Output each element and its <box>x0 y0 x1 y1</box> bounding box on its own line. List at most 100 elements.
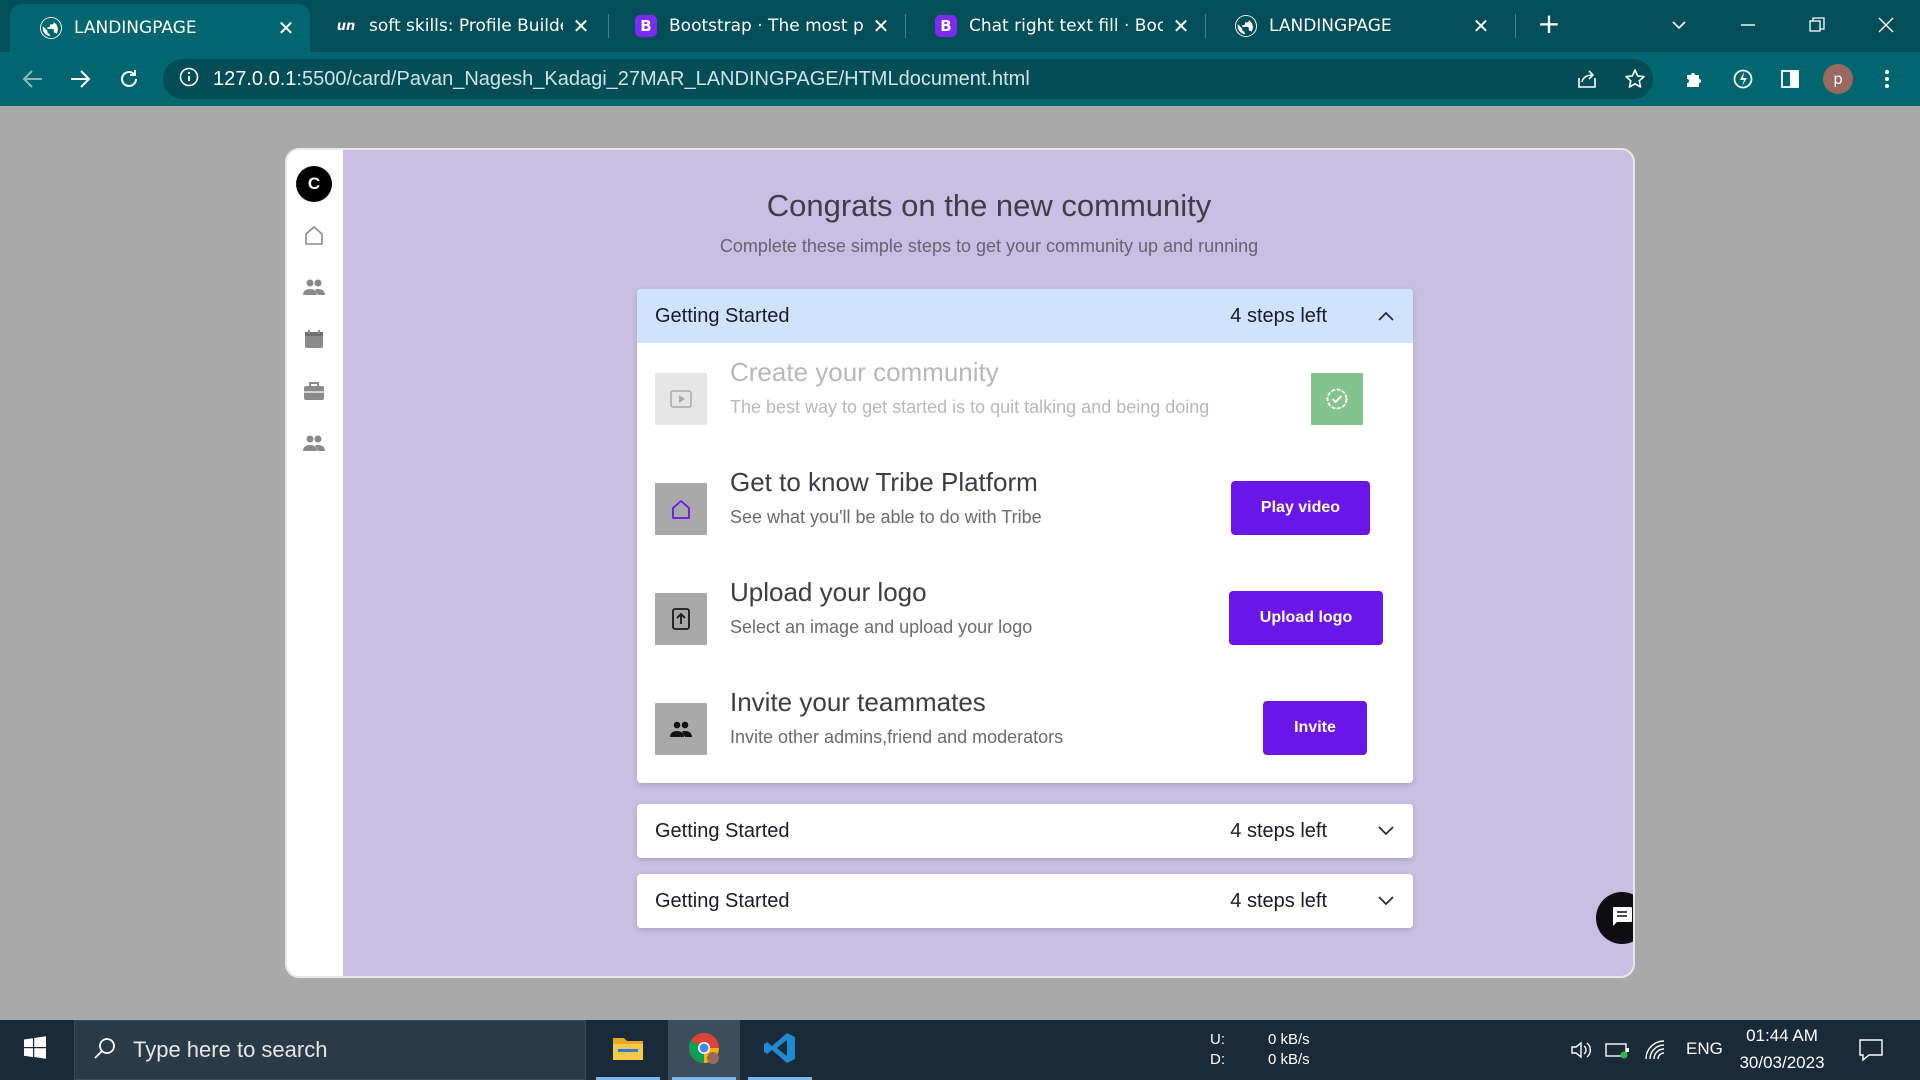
section-header[interactable]: Getting Started 4 steps left <box>637 874 1413 928</box>
step-description: See what you'll be able to do with Tribe <box>730 507 1042 527</box>
browser-tab-landingpage-2[interactable]: LANDINGPAGE ✕ <box>1205 0 1505 52</box>
info-icon[interactable] <box>179 67 199 91</box>
step-description: Invite other admins,friend and moderator… <box>730 727 1064 747</box>
upload-speed: 0 kB/s <box>1268 1031 1310 1048</box>
calendar-icon[interactable] <box>301 326 327 352</box>
section-title: Getting Started <box>655 819 790 842</box>
search-placeholder: Type here to search <box>133 1037 328 1062</box>
net-speed-values: 0 kB/s 0 kB/s <box>1268 1030 1310 1070</box>
upload-icon <box>655 593 707 645</box>
wifi-icon[interactable] <box>1642 1036 1670 1064</box>
language-indicator[interactable]: ENG <box>1686 1039 1723 1059</box>
net-speed-labels: U: D: <box>1210 1030 1225 1070</box>
globe-icon <box>1235 15 1257 37</box>
page-viewport: C Congrats on the new community Complete… <box>0 106 1920 1020</box>
download-speed: 0 kB/s <box>1268 1051 1310 1068</box>
start-button[interactable] <box>0 1020 70 1080</box>
close-icon[interactable]: ✕ <box>1171 14 1191 38</box>
url-host: 127.0.0.1 <box>213 67 297 90</box>
step-description: Select an image and upload your logo <box>730 617 1033 637</box>
folder-icon <box>612 1034 644 1066</box>
browser-tab-landingpage[interactable]: LANDINGPAGE ✕ <box>10 4 310 52</box>
chat-icon <box>1610 905 1633 931</box>
section-title: Getting Started <box>655 304 790 327</box>
search-icon <box>93 1036 117 1064</box>
clock-date[interactable]: 30/03/2023 <box>1732 1053 1832 1073</box>
chat-button[interactable] <box>1596 892 1633 944</box>
back-arrow-icon[interactable] <box>18 64 48 94</box>
tab-title: soft skills: Profile Builder p <box>369 16 563 36</box>
step-upload-logo: Upload your logo Select an image and upl… <box>637 563 1413 673</box>
new-tab-button[interactable]: + <box>1534 10 1564 40</box>
browser-tab-bar: LANDINGPAGE ✕ un soft skills: Profile Bu… <box>0 0 1920 52</box>
section-header[interactable]: Getting Started 4 steps left <box>637 804 1413 858</box>
vscode-icon <box>763 1031 797 1069</box>
steps-left-count: 4 steps left <box>1230 819 1327 842</box>
page-subtitle: Complete these simple steps to get your … <box>719 236 1259 256</box>
browser-toolbar: 127.0.0.1:5500/card/Pavan_Nagesh_Kadagi_… <box>0 52 1920 106</box>
play-icon <box>655 373 707 425</box>
side-panel-icon[interactable] <box>1775 64 1805 94</box>
taskbar-chrome[interactable] <box>668 1020 740 1080</box>
performance-icon[interactable] <box>1728 64 1758 94</box>
url-path: :5500/card/Pavan_Nagesh_Kadagi_27MAR_LAN… <box>296 67 1030 90</box>
tab-search-icon[interactable] <box>1664 10 1694 40</box>
clock-time[interactable]: 01:44 AM <box>1736 1026 1828 1046</box>
tab-title: LANDINGPAGE <box>1269 16 1392 36</box>
taskbar-vscode[interactable] <box>744 1020 816 1080</box>
steps-left-count: 4 steps left <box>1230 889 1327 912</box>
people-icon[interactable] <box>301 274 327 300</box>
windows-logo-icon <box>23 1036 47 1064</box>
step-invite-teammates: Invite your teammates Invite other admin… <box>637 673 1413 783</box>
chevron-down-icon[interactable] <box>1377 822 1395 840</box>
windows-taskbar: Type here to search U: D: 0 kB/s 0 kB/s … <box>0 1020 1920 1080</box>
section-title: Getting Started <box>655 889 790 912</box>
step-title: Invite your teammates <box>730 687 986 717</box>
reload-icon[interactable] <box>114 64 144 94</box>
invite-button[interactable]: Invite <box>1263 701 1367 755</box>
chevron-up-icon[interactable] <box>1377 307 1395 325</box>
battery-icon[interactable] <box>1604 1036 1632 1064</box>
section-header[interactable]: Getting Started 4 steps left <box>637 289 1413 343</box>
address-bar[interactable]: 127.0.0.1:5500/card/Pavan_Nagesh_Kadagi_… <box>163 59 1653 99</box>
profile-avatar[interactable]: p <box>1823 64 1853 94</box>
play-video-button[interactable]: Play video <box>1231 481 1370 535</box>
group-icon[interactable] <box>301 430 327 456</box>
minimize-icon[interactable] <box>1733 10 1763 40</box>
briefcase-icon[interactable] <box>301 378 327 404</box>
browser-tab-bootstrap[interactable]: B Bootstrap · The most pop ✕ <box>605 0 905 52</box>
close-icon[interactable]: ✕ <box>871 14 891 38</box>
extensions-puzzle-icon[interactable] <box>1680 64 1710 94</box>
home-icon[interactable] <box>301 222 327 248</box>
getting-started-section-1: Getting Started 4 steps left Create your… <box>637 289 1413 783</box>
notification-icon[interactable] <box>1857 1036 1885 1064</box>
sidebar: C <box>287 150 342 976</box>
tab-title: Chat right text fill · Bootst <box>969 16 1163 36</box>
browser-tab-chat-right[interactable]: B Chat right text fill · Bootst ✕ <box>905 0 1205 52</box>
upload-logo-button[interactable]: Upload logo <box>1229 591 1383 645</box>
chrome-icon <box>687 1031 721 1069</box>
tab-title: Bootstrap · The most pop <box>669 16 863 36</box>
browser-tab-soft-skills[interactable]: un soft skills: Profile Builder p ✕ <box>305 0 605 52</box>
volume-icon[interactable] <box>1568 1036 1596 1064</box>
forward-arrow-icon[interactable] <box>65 64 95 94</box>
restore-icon[interactable] <box>1802 10 1832 40</box>
taskbar-search-box[interactable]: Type here to search <box>74 1020 586 1080</box>
bootstrap-icon: B <box>635 15 657 37</box>
close-icon[interactable]: ✕ <box>571 14 591 38</box>
community-logo[interactable]: C <box>296 166 332 202</box>
close-icon[interactable]: ✕ <box>276 16 296 40</box>
getting-started-section-2: Getting Started 4 steps left <box>637 804 1413 858</box>
bookmark-star-icon[interactable] <box>1620 64 1650 94</box>
step-title: Create your community <box>730 357 999 387</box>
chevron-down-icon[interactable] <box>1377 892 1395 910</box>
step-title: Get to know Tribe Platform <box>730 467 1038 497</box>
close-window-icon[interactable] <box>1871 10 1901 40</box>
more-menu-icon[interactable] <box>1872 64 1902 94</box>
taskbar-file-explorer[interactable] <box>592 1020 664 1080</box>
close-icon[interactable]: ✕ <box>1471 14 1491 38</box>
upload-label: U: <box>1210 1031 1225 1048</box>
completed-check-icon <box>1311 373 1363 425</box>
share-icon[interactable] <box>1572 64 1602 94</box>
page-title: Congrats on the new community <box>766 188 1212 223</box>
